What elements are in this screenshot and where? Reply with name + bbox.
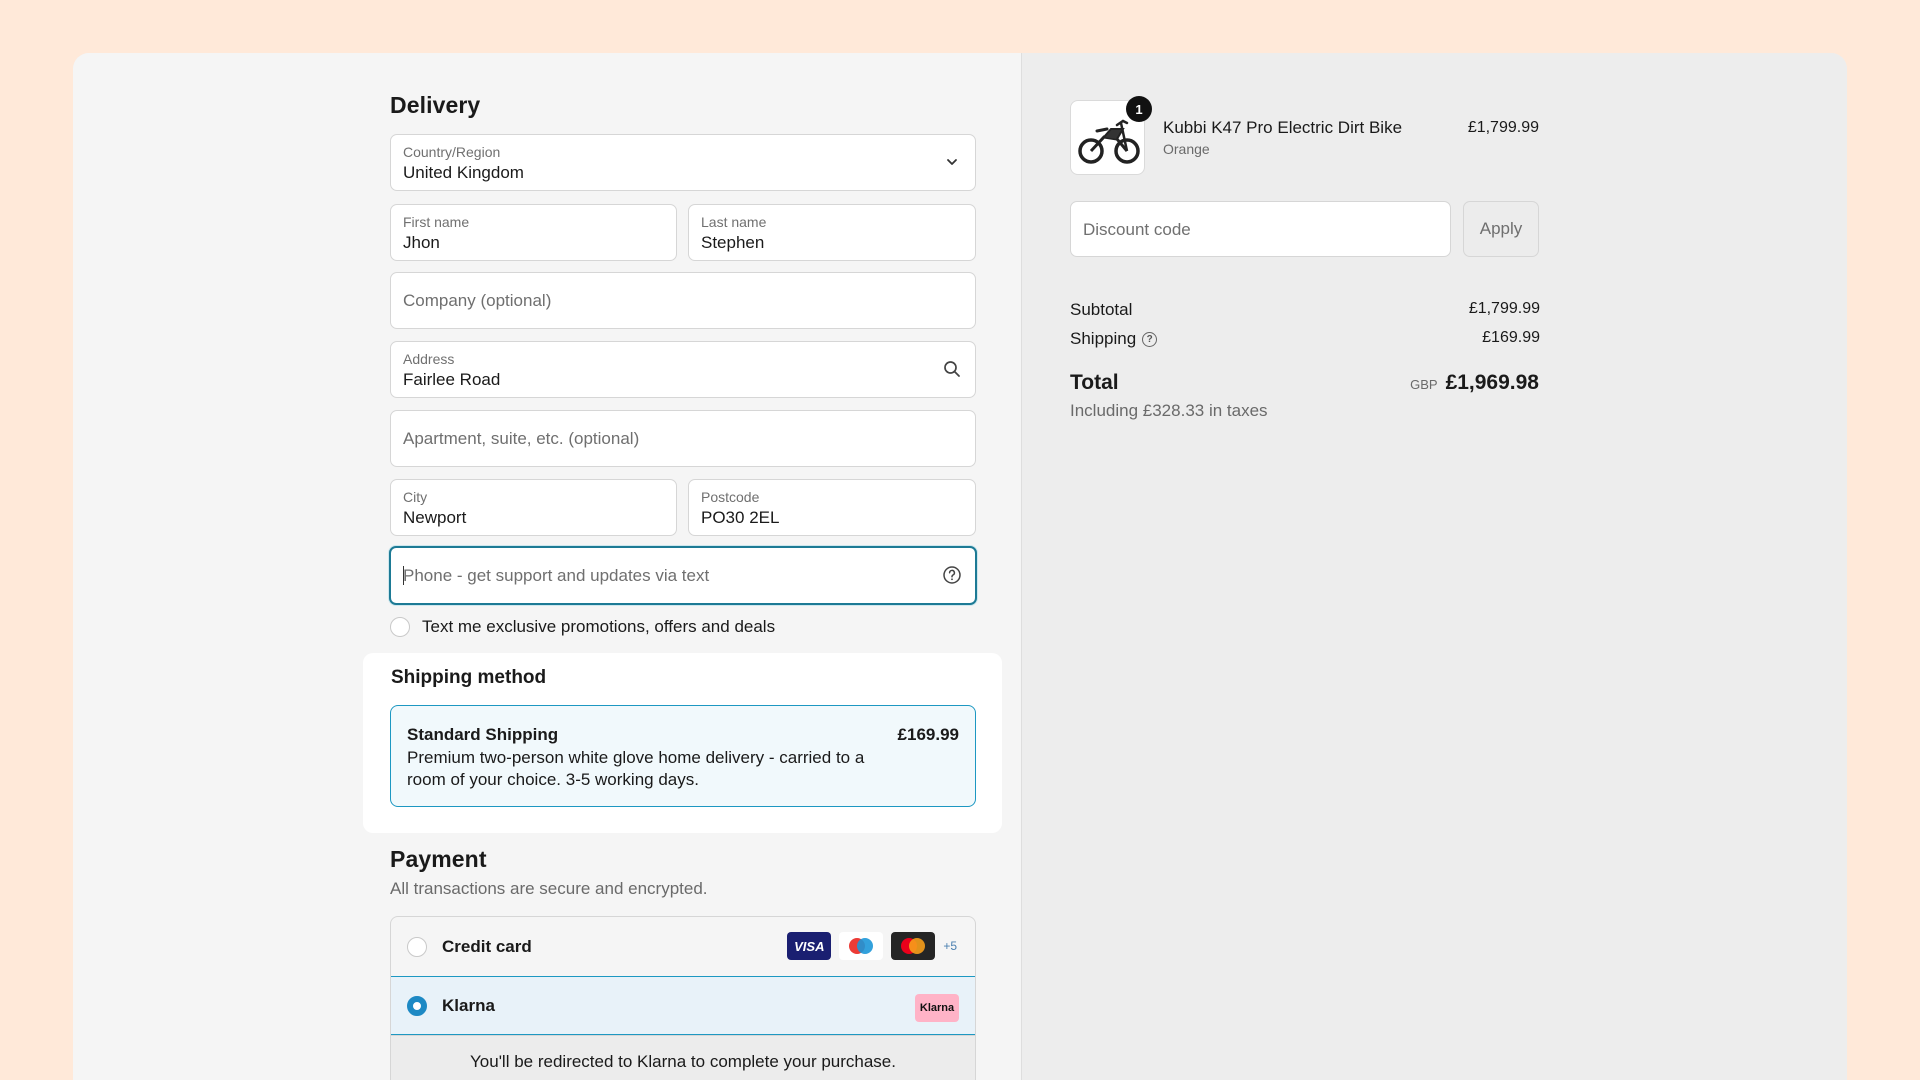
last-name-label: Last name [701, 214, 767, 230]
shipping-method-title: Shipping method [391, 667, 547, 688]
maestro-logo-icon [839, 932, 884, 960]
postcode-value: PO30 2EL [701, 508, 780, 527]
more-cards-count: +5 [943, 939, 957, 953]
product-price: £1,799.99 [1467, 119, 1539, 136]
credit-card-radio[interactable] [407, 936, 427, 957]
help-icon[interactable] [941, 564, 963, 586]
last-name-value: Stephen [701, 233, 765, 252]
chevron-down-icon [941, 151, 963, 173]
payment-option-klarna[interactable]: Klarna Klarna [391, 976, 975, 1035]
last-name-field[interactable]: Last name Stephen [688, 204, 976, 261]
sms-opt-in-label: Text me exclusive promotions, offers and… [422, 617, 776, 636]
apartment-field[interactable]: Apartment, suite, etc. (optional) [390, 410, 976, 467]
discount-code-placeholder: Discount code [1083, 220, 1191, 239]
phone-placeholder: Phone - get support and updates via text [403, 566, 710, 585]
total-currency: GBP [1410, 377, 1438, 392]
klarna-label: Klarna [442, 995, 495, 1015]
apartment-placeholder: Apartment, suite, etc. (optional) [403, 429, 640, 448]
shipping-help-icon[interactable]: ? [1142, 331, 1158, 347]
card-logos: VISA +5 [787, 932, 957, 960]
mastercard-logo-icon [891, 932, 936, 960]
address-label: Address [403, 351, 455, 367]
payment-option-credit-card[interactable]: Credit card VISA +5 [391, 917, 975, 976]
country-select[interactable]: Country/Region United Kingdom [390, 134, 976, 191]
credit-card-label: Credit card [442, 936, 532, 956]
discount-code-input[interactable]: Discount code [1070, 201, 1451, 257]
shipping-value: £169.99 [1482, 329, 1540, 346]
shipping-option-price: £169.99 [897, 725, 959, 744]
postcode-label: Postcode [701, 489, 760, 505]
subtotal-row: Subtotal £1,799.99 [1070, 300, 1540, 320]
subtotal-value: £1,799.99 [1468, 300, 1540, 317]
shipping-row: Shipping ? £169.99 [1070, 329, 1540, 349]
postcode-field[interactable]: Postcode PO30 2EL [688, 479, 976, 536]
shipping-label: Shipping [1070, 329, 1137, 348]
payment-title: Payment [390, 846, 487, 872]
subtotal-label: Subtotal [1070, 300, 1133, 319]
search-icon[interactable] [941, 358, 963, 380]
product-variant: Orange [1163, 141, 1210, 157]
visa-logo-icon: VISA [787, 932, 832, 960]
klarna-radio[interactable] [407, 995, 427, 1016]
payment-subtitle: All transactions are secure and encrypte… [390, 879, 708, 898]
sms-opt-in-checkbox[interactable] [390, 617, 410, 637]
shipping-option-description: Premium two-person white glove home deli… [407, 748, 865, 789]
klarna-logo-icon: Klarna [915, 994, 959, 1022]
first-name-label: First name [403, 214, 470, 230]
product-name: Kubbi K47 Pro Electric Dirt Bike [1163, 118, 1403, 137]
company-field[interactable]: Company (optional) [390, 272, 976, 329]
city-field[interactable]: City Newport [390, 479, 677, 536]
shipping-label-group: Shipping ? [1070, 329, 1158, 349]
country-value: United Kingdom [403, 163, 524, 182]
total-label: Total [1070, 371, 1119, 394]
first-name-value: Jhon [403, 233, 440, 252]
city-value: Newport [403, 508, 467, 527]
shipping-method-card: Shipping method Standard Shipping £169.9… [363, 653, 1002, 833]
phone-field[interactable]: Phone - get support and updates via text [389, 546, 977, 605]
address-field[interactable]: Address Fairlee Road [390, 341, 976, 398]
total-value: £1,969.98 [1445, 371, 1539, 394]
shipping-option-name: Standard Shipping [407, 725, 559, 744]
payment-methods: Credit card VISA +5 Klarna Klarna [390, 916, 976, 1036]
shipping-option-standard[interactable]: Standard Shipping £169.99 Premium two-pe… [390, 705, 976, 807]
quantity-badge: 1 [1126, 96, 1152, 122]
total-amount-group: GBP £1,969.98 [1410, 371, 1539, 395]
klarna-redirect-note: You'll be redirected to Klarna to comple… [390, 1036, 976, 1080]
city-label: City [403, 489, 428, 505]
country-label: Country/Region [403, 144, 501, 160]
address-value: Fairlee Road [403, 370, 501, 389]
sms-opt-in-row[interactable]: Text me exclusive promotions, offers and… [390, 617, 775, 637]
tax-note: Including £328.33 in taxes [1070, 401, 1268, 420]
company-placeholder: Company (optional) [403, 291, 552, 310]
delivery-title: Delivery [390, 92, 481, 118]
first-name-field[interactable]: First name Jhon [390, 204, 677, 261]
apply-discount-button[interactable]: Apply [1463, 201, 1539, 257]
